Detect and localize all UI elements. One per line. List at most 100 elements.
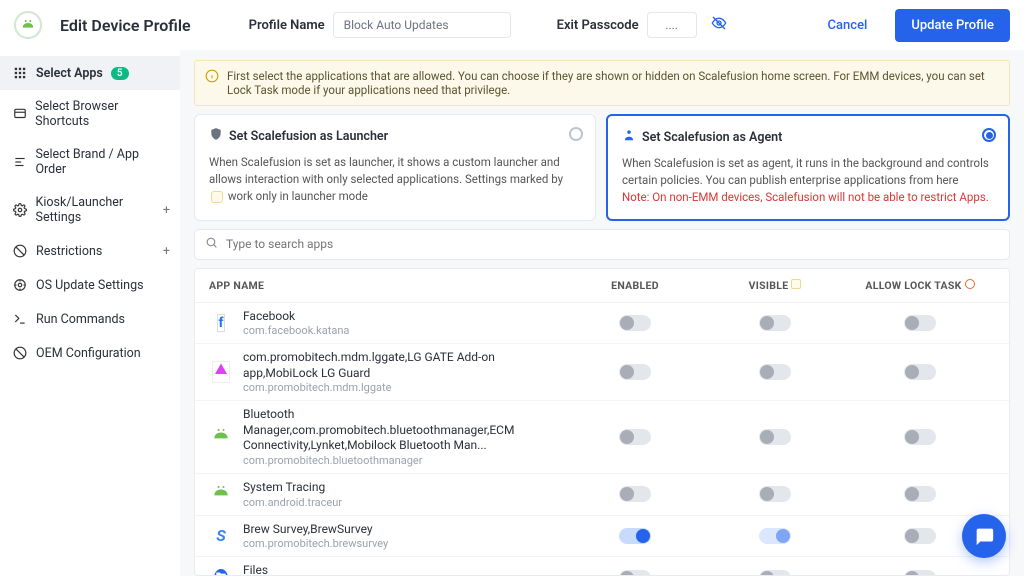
visible-toggle[interactable]	[759, 364, 791, 380]
lock-task-toggle[interactable]	[904, 528, 936, 544]
app-name: com.promobitech.mdm.lggate,LG GATE Add-o…	[243, 350, 565, 381]
sidebar-icon	[12, 65, 28, 81]
table-row: System Tracingcom.android.traceur	[195, 474, 1009, 516]
expand-icon[interactable]: +	[163, 203, 170, 218]
sidebar-item-select-browser-shortcuts[interactable]: Select Browser Shortcuts	[0, 90, 180, 138]
sidebar: Select Apps5 Select Browser Shortcuts Sele…	[0, 50, 180, 576]
app-name: System Tracing	[243, 480, 342, 496]
cancel-button[interactable]: Cancel	[818, 12, 878, 39]
exit-passcode-input[interactable]	[647, 12, 697, 38]
app-cell: fFacebookcom.facebook.katana	[209, 309, 565, 338]
app-name: Brew Survey,BrewSurvey	[243, 522, 388, 538]
main-content: First select the applications that are a…	[180, 50, 1024, 576]
sidebar-item-label: Select Browser Shortcuts	[35, 99, 168, 129]
chat-fab[interactable]	[962, 514, 1006, 558]
app-package: com.facebook.katana	[243, 324, 349, 337]
update-profile-button[interactable]: Update Profile	[895, 9, 1010, 42]
sidebar-item-restrictions[interactable]: Restrictions +	[0, 234, 180, 268]
app-search-bar[interactable]	[194, 229, 1010, 260]
app-icon	[209, 360, 233, 384]
col-enabled: ENABLED	[565, 279, 705, 292]
enabled-toggle[interactable]	[619, 315, 651, 331]
app-cell: Filescom.android.documentsui	[209, 563, 565, 576]
sidebar-icon	[12, 277, 28, 293]
app-package: com.promobitech.bluetoothmanager	[243, 454, 565, 467]
info-icon	[205, 69, 219, 86]
agent-title: Set Scalefusion as Agent	[642, 129, 782, 148]
table-row: SBrew Survey,BrewSurveycom.promobitech.b…	[195, 516, 1009, 558]
enabled-toggle[interactable]	[619, 570, 651, 576]
chat-icon	[973, 525, 995, 547]
lock-task-toggle[interactable]	[904, 315, 936, 331]
agent-mode-card[interactable]: Set Scalefusion as Agent When Scalefusio…	[606, 114, 1010, 221]
agent-radio[interactable]	[982, 128, 996, 142]
app-cell: com.promobitech.mdm.lggate,LG GATE Add-o…	[209, 350, 565, 394]
visible-toggle[interactable]	[759, 315, 791, 331]
visible-toggle[interactable]	[759, 486, 791, 502]
mode-selector-row: Set Scalefusion as Launcher When Scalefu…	[194, 114, 1010, 221]
enabled-toggle[interactable]	[619, 429, 651, 445]
launcher-title: Set Scalefusion as Launcher	[229, 128, 388, 147]
visible-toggle[interactable]	[759, 429, 791, 445]
enabled-toggle[interactable]	[619, 364, 651, 380]
search-icon	[205, 236, 218, 253]
sidebar-item-label: Select Brand / App Order	[35, 147, 168, 177]
sidebar-item-select-brand-app-order[interactable]: Select Brand / App Order	[0, 138, 180, 186]
launcher-radio[interactable]	[569, 127, 583, 141]
table-row: Filescom.android.documentsui	[195, 557, 1009, 576]
col-visible: VISIBLE	[705, 279, 845, 292]
profile-name-input[interactable]	[333, 12, 511, 38]
sidebar-item-kiosk-launcher-settings[interactable]: Kiosk/Launcher Settings+	[0, 186, 180, 234]
sidebar-icon	[12, 106, 27, 122]
lock-task-toggle[interactable]	[904, 486, 936, 502]
enabled-toggle[interactable]	[619, 486, 651, 502]
app-cell: Bluetooth Manager,com.promobitech.blueto…	[209, 407, 565, 467]
app-package: com.promobitech.brewsurvey	[243, 537, 388, 550]
sidebar-icon	[12, 154, 27, 170]
sidebar-item-os-update-settings[interactable]: OS Update Settings	[0, 268, 180, 302]
visible-toggle[interactable]	[759, 528, 791, 544]
app-icon	[209, 425, 233, 449]
toggle-passcode-visibility-icon[interactable]	[711, 15, 727, 35]
sidebar-item-run-commands[interactable]: Run Commands	[0, 302, 180, 336]
app-name: Files	[243, 563, 371, 576]
profile-name-group: Profile Name	[249, 12, 511, 38]
app-table: APP NAME ENABLED VISIBLE ALLOW LOCK TASK…	[194, 268, 1010, 576]
page-title: Edit Device Profile	[60, 16, 191, 35]
sidebar-icon	[12, 311, 28, 327]
sidebar-item-select-apps[interactable]: Select Apps5	[0, 56, 180, 90]
lock-task-toggle[interactable]	[904, 364, 936, 380]
info-notice: First select the applications that are a…	[194, 60, 1010, 106]
app-icon	[209, 566, 233, 576]
lock-task-indicator-icon	[965, 279, 975, 289]
launcher-mode-card[interactable]: Set Scalefusion as Launcher When Scalefu…	[194, 114, 596, 221]
app-name: Bluetooth Manager,com.promobitech.blueto…	[243, 407, 565, 454]
expand-icon[interactable]: +	[163, 244, 170, 259]
app-package: com.promobitech.mdm.lggate	[243, 381, 565, 394]
launcher-desc: When Scalefusion is set as launcher, it …	[209, 154, 581, 206]
sidebar-icon	[12, 202, 28, 218]
sidebar-badge: 5	[111, 67, 129, 80]
sidebar-item-oem-configuration[interactable]: OEM Configuration	[0, 336, 180, 370]
brand-icon	[14, 11, 42, 39]
visible-toggle[interactable]	[759, 570, 791, 576]
agent-icon	[622, 128, 636, 149]
launcher-only-badge-icon	[211, 191, 223, 203]
app-name: Facebook	[243, 309, 349, 325]
table-row: fFacebookcom.facebook.katana	[195, 303, 1009, 345]
app-cell: System Tracingcom.android.traceur	[209, 480, 565, 509]
sidebar-item-label: OEM Configuration	[36, 346, 141, 361]
col-lock-task: ALLOW LOCK TASK	[845, 279, 995, 292]
enabled-toggle[interactable]	[619, 528, 651, 544]
app-package: com.android.traceur	[243, 496, 342, 509]
table-header: APP NAME ENABLED VISIBLE ALLOW LOCK TASK	[195, 269, 1009, 303]
sidebar-item-label: Kiosk/Launcher Settings	[36, 195, 168, 225]
agent-desc: When Scalefusion is set as agent, it run…	[622, 155, 994, 190]
col-app-name: APP NAME	[209, 279, 565, 292]
sidebar-item-label: Restrictions	[36, 244, 102, 259]
lock-task-toggle[interactable]	[904, 570, 936, 576]
sidebar-icon	[12, 243, 28, 259]
app-search-input[interactable]	[226, 237, 999, 251]
shield-icon	[209, 127, 223, 148]
lock-task-toggle[interactable]	[904, 429, 936, 445]
